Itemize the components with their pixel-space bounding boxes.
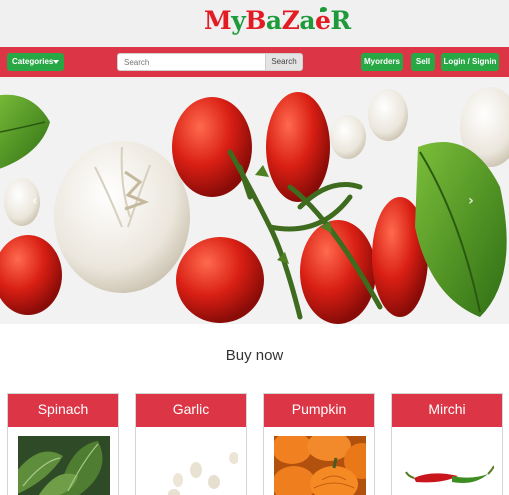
myorders-button[interactable]: Myorders [361, 53, 403, 71]
logo-letter: R [330, 6, 351, 35]
leaf-icon [320, 7, 328, 12]
categories-dropdown-button[interactable]: Categories [7, 53, 64, 71]
chevron-right-icon[interactable]: › [468, 193, 474, 209]
logo-letter: y [231, 6, 246, 35]
search-button[interactable]: Search [265, 53, 303, 71]
chevron-left-icon[interactable]: ‹ [32, 193, 38, 209]
pumpkin-image[interactable] [274, 436, 366, 495]
logo[interactable]: MyBaZae R [204, 6, 351, 42]
product-title: Mirchi [392, 394, 502, 427]
logo-letter: a [299, 6, 316, 35]
spinach-image[interactable] [18, 436, 110, 495]
garlic-image[interactable] [146, 436, 238, 495]
product-title: Garlic [136, 394, 246, 427]
login-signin-button[interactable]: Login / Signin [441, 53, 499, 71]
mirchi-image[interactable] [402, 436, 494, 495]
hero-vegetables-image [0, 77, 509, 324]
logo-letter: a [265, 6, 282, 35]
caret-down-icon [53, 60, 59, 64]
hero-carousel: ‹ › [0, 77, 509, 324]
product-title: Pumpkin [264, 394, 374, 427]
logo-letter: Z [281, 6, 300, 35]
logo-letter: B [245, 6, 266, 35]
product-card-spinach[interactable]: Spinach [7, 393, 119, 495]
product-title: Spinach [8, 394, 118, 427]
product-card-mirchi[interactable]: Mirchi [391, 393, 503, 495]
search-input[interactable] [117, 53, 266, 71]
section-title: Buy now [225, 347, 284, 364]
header-bar: MyBaZae R [0, 0, 509, 47]
logo-letter-tomato: e [315, 6, 331, 35]
logo-letter: M [204, 6, 232, 35]
product-card-garlic[interactable]: Garlic [135, 393, 247, 495]
categories-label: Categories [12, 57, 54, 66]
navbar: Categories Search Myorders Sell Login / … [0, 47, 509, 77]
product-card-pumpkin[interactable]: Pumpkin [263, 393, 375, 495]
sell-button[interactable]: Sell [411, 53, 435, 71]
